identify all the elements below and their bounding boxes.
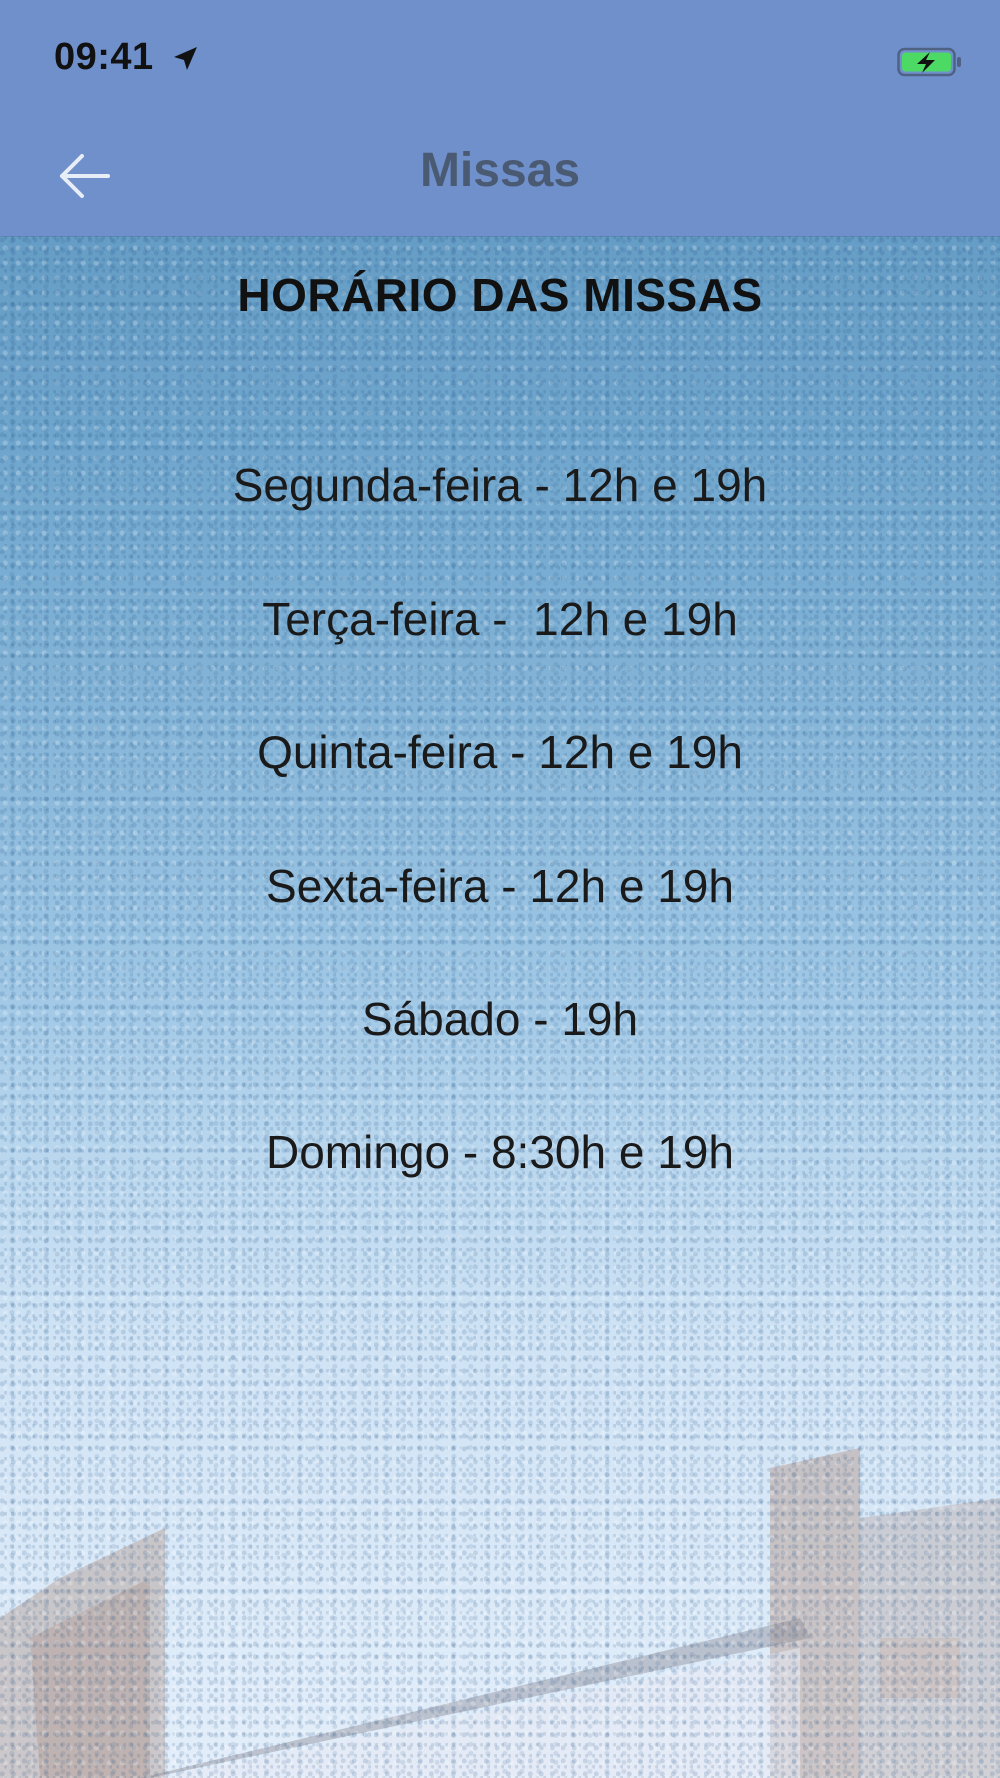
schedule-item-tuesday: Terça-feira - 12h e 19h — [262, 593, 738, 645]
location-arrow-icon — [174, 47, 197, 70]
page-title: Missas — [419, 144, 581, 197]
schedule-item-sunday: Domingo - 8:30h e 19h — [266, 1126, 734, 1178]
nav-bar: 09:41 Missas — [0, 0, 1000, 236]
screen: 09:41 Missas HORÁRIO DAS MISSAS Segunda-… — [0, 0, 1000, 1778]
schedule-item-monday: Segunda-feira - 12h e 19h — [232, 459, 768, 511]
status-time: 09:41 — [54, 36, 154, 78]
schedule-item-saturday: Sábado - 19h — [361, 993, 639, 1045]
schedule-item-thursday: Quinta-feira - 12h e 19h — [257, 726, 743, 778]
schedule-item-friday: Sexta-feira - 12h e 19h — [266, 860, 734, 912]
schedule-heading: HORÁRIO DAS MISSAS — [237, 269, 763, 321]
battery-charging-icon — [897, 47, 961, 77]
